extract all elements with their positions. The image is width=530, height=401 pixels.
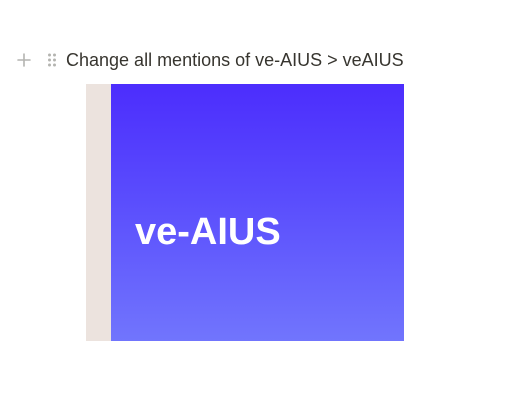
banner-image: ve-AIUS	[111, 84, 404, 341]
drag-handle-icon[interactable]	[44, 50, 60, 70]
todo-block: Change all mentions of ve-AIUS > veAIUS	[14, 48, 404, 72]
image-block[interactable]: ve-AIUS	[86, 84, 404, 341]
banner-logo-text: ve-AIUS	[135, 211, 281, 253]
block-text[interactable]: Change all mentions of ve-AIUS > veAIUS	[66, 48, 404, 72]
image-side-strip	[86, 84, 111, 341]
plus-icon[interactable]	[14, 50, 34, 70]
